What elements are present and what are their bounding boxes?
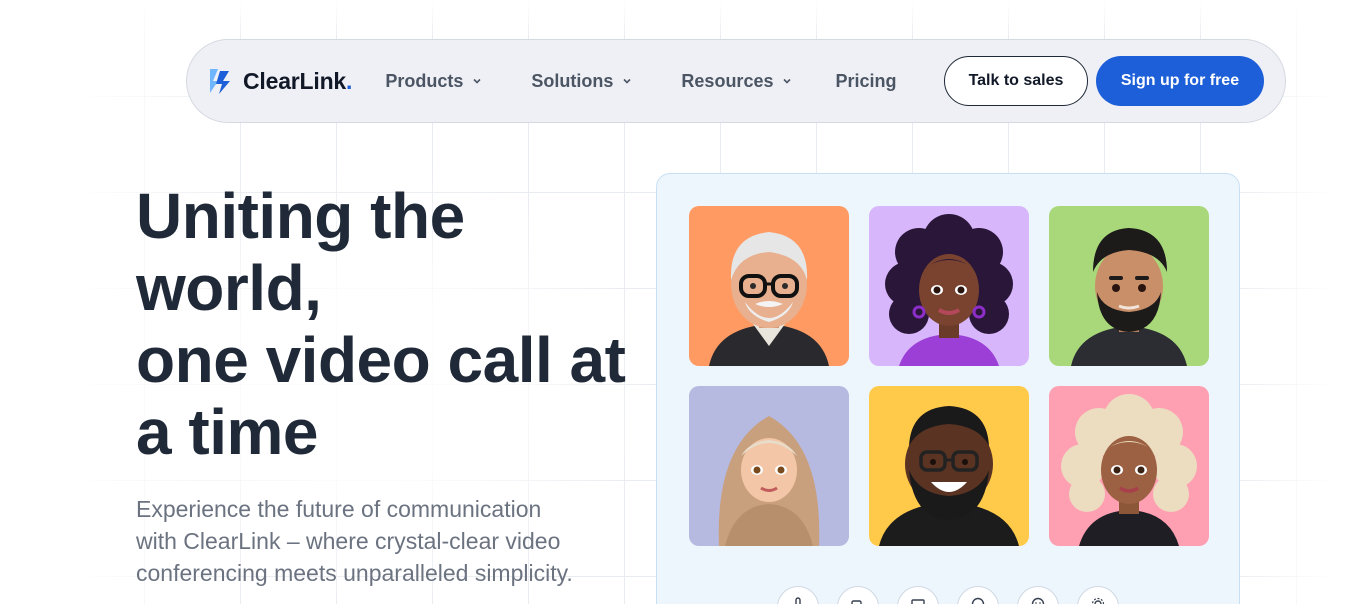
chat-icon [971,597,985,604]
mic-icon [795,597,801,604]
headline-line: Uniting the [136,180,465,252]
participant-tile [689,206,849,366]
hero-headline: Uniting the world, one video call at a t… [136,180,656,468]
video-icon [851,600,862,604]
bearded-man-avatar [1049,206,1209,366]
chevron-down-icon [623,78,631,84]
curly-hair-woman-avatar [869,206,1029,366]
video-button[interactable] [837,586,879,604]
participant-tile [1049,386,1209,546]
screen-share-icon [911,599,925,604]
chevron-down-icon [783,78,792,84]
call-controls [777,586,1137,604]
hijab-woman-avatar [689,386,849,546]
subtext-line: with ClearLink – where crystal-clear vid… [136,528,561,554]
nav-item-pricing[interactable]: Pricing [835,71,896,92]
headline-line: a time [136,396,318,468]
blonde-curly-woman-avatar [1049,386,1209,546]
nav-item-solutions[interactable]: Solutions [531,71,632,92]
subtext-line: conferencing meets unparalleled simplici… [136,560,573,586]
nav-item-label: Pricing [835,70,897,91]
chat-button[interactable] [957,586,999,604]
smiling-man-glasses-avatar [869,386,1029,546]
participant-tile [689,386,849,546]
nav-item-label: Solutions [531,70,614,91]
reactions-button[interactable] [1017,586,1059,604]
older-man-glasses-avatar [689,206,849,366]
settings-button[interactable] [1077,586,1119,604]
video-call-preview [656,173,1240,604]
hero-subtext: Experience the future of communication w… [136,493,656,589]
reactions-icon [1031,597,1045,604]
nav-item-resources[interactable]: Resources [681,71,792,92]
participant-tile [869,386,1029,546]
subtext-line: Experience the future of communication [136,496,542,522]
settings-icon [1091,597,1105,604]
talk-to-sales-button[interactable]: Talk to sales [944,56,1088,106]
main-menu: Products Solutions Resources Pricing [385,71,896,92]
brand-logo[interactable]: ClearLink. [207,67,352,95]
nav-item-label: Products [385,70,464,91]
chevron-down-icon [473,78,481,84]
landing-page: ClearLink. Products Solutions Resources … [0,0,1346,604]
headline-line: one video call at [136,324,626,396]
headline-line: world, [136,252,322,324]
clearlink-logo-icon [210,69,230,94]
nav-item-label: Resources [681,70,774,91]
nav-item-products[interactable]: Products [385,71,482,92]
brand-dot: . [346,67,353,94]
screen-share-button[interactable] [897,586,939,604]
participant-tile [869,206,1029,366]
brand-name: ClearLink [243,67,347,94]
sign-up-button[interactable]: Sign up for free [1096,56,1264,106]
mic-button[interactable] [777,586,819,604]
top-navigation: ClearLink. Products Solutions Resources … [186,39,1286,123]
participant-tile [1049,206,1209,366]
